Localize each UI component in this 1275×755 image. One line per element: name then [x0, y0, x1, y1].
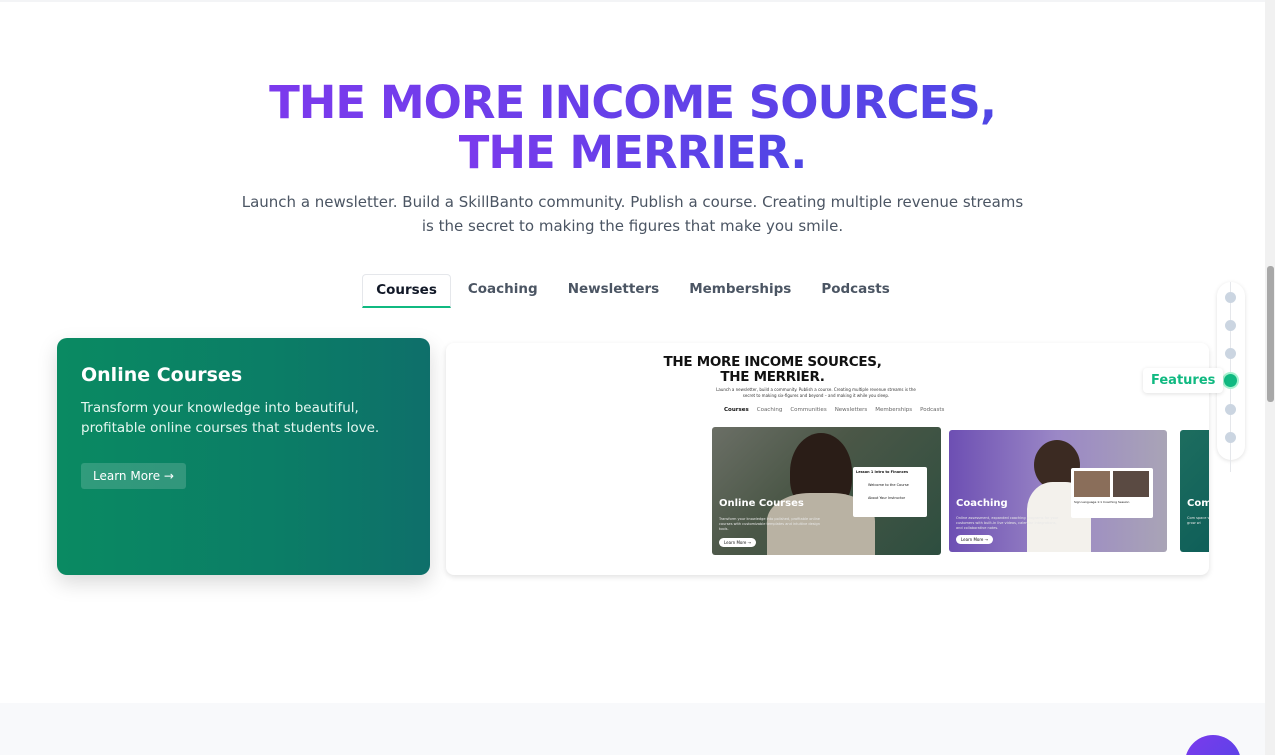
preview-tab: Memberships: [875, 407, 913, 413]
video-call-window: Sign Language 1:1 Coaching Session: [1071, 468, 1153, 518]
preview-screenshot: THE MORE INCOME SOURCES, THE MERRIER. La…: [446, 343, 1209, 575]
hero-title-line2: THE MERRIER.: [458, 126, 808, 179]
preview-card-courses: Lesson 1 Intro to Finances Welcome to th…: [712, 427, 941, 555]
hero-title-line1: THE MORE INCOME SOURCES,: [269, 76, 997, 129]
preview-title-line1: THE MORE INCOME SOURCES,: [663, 354, 882, 370]
lesson-popup-item: Welcome to the Course: [868, 483, 909, 487]
feature-card: Online Courses Transform your knowledge …: [57, 338, 430, 575]
preview-tab: Podcasts: [920, 407, 945, 413]
next-section: [0, 703, 1265, 755]
page: THE MORE INCOME SOURCES, THE MERRIER. La…: [0, 0, 1275, 755]
section-nav-dot[interactable]: [1225, 292, 1236, 303]
lesson-popup: Lesson 1 Intro to Finances Welcome to th…: [853, 467, 927, 517]
preview-tab: Newsletters: [834, 407, 868, 413]
preview-card-desc: Transform your knowledge into polished, …: [719, 517, 820, 531]
section-nav-dot[interactable]: [1225, 404, 1236, 415]
feature-card-title: Online Courses: [81, 364, 243, 386]
tab-memberships[interactable]: Memberships: [676, 274, 804, 308]
section-nav-dot[interactable]: [1225, 348, 1236, 359]
tab-podcasts[interactable]: Podcasts: [808, 274, 902, 308]
preview-card-button: Learn More →: [719, 538, 756, 547]
tab-courses[interactable]: Courses: [362, 274, 451, 308]
preview-tab: Communities: [790, 407, 827, 413]
section-nav-dot[interactable]: [1225, 432, 1236, 443]
preview-tabs: Courses Coaching Communities Newsletters…: [724, 407, 944, 413]
scrollbar-thumb[interactable]: [1267, 266, 1274, 402]
preview-card-communities: Com Com space wh grow wi: [1180, 430, 1209, 552]
income-tabs: Courses Coaching Newsletters Memberships…: [0, 274, 1265, 308]
preview-card-label: Online Courses: [719, 498, 804, 509]
feature-card-description: Transform your knowledge into beautiful,…: [81, 400, 380, 436]
preview-title: THE MORE INCOME SOURCES, THE MERRIER.: [626, 355, 919, 385]
session-label: Sign Language 1:1 Coaching Session: [1074, 500, 1130, 504]
preview-card-desc: Online assessment, expanded coaching pro…: [956, 516, 1059, 530]
preview-tab: Coaching: [756, 407, 783, 413]
preview-card-label: Com: [1187, 498, 1209, 509]
preview-card-desc: Com space wh grow wi: [1187, 516, 1209, 525]
video-tile: [1074, 471, 1110, 497]
lesson-popup-item: About Your Instructor: [868, 496, 906, 500]
learn-more-button[interactable]: Learn More →: [81, 463, 186, 489]
lesson-popup-title: Lesson 1 Intro to Finances: [856, 470, 909, 474]
preview-title-line2: THE MERRIER.: [720, 369, 825, 385]
section-nav-dot-active[interactable]: [1224, 374, 1237, 387]
tab-coaching[interactable]: Coaching: [455, 274, 551, 308]
hero-title: THE MORE INCOME SOURCES, THE MERRIER.: [0, 78, 1265, 178]
preview-card-label: Coaching: [956, 498, 1008, 509]
tab-newsletters[interactable]: Newsletters: [555, 274, 673, 308]
hero-subtitle: Launch a newsletter. Build a SkillBanto …: [241, 193, 1024, 235]
preview-subtitle: Launch a newsletter, build a community. …: [716, 387, 916, 398]
section-nav-label: Features: [1143, 368, 1224, 393]
section-nav-dot[interactable]: [1225, 320, 1236, 331]
top-border: [0, 0, 1265, 2]
preview-card-coaching: Sign Language 1:1 Coaching Session Coach…: [949, 430, 1167, 552]
preview-card-button: Learn More →: [956, 535, 993, 544]
video-tile: [1113, 471, 1149, 497]
preview-tab: Courses: [724, 407, 749, 413]
